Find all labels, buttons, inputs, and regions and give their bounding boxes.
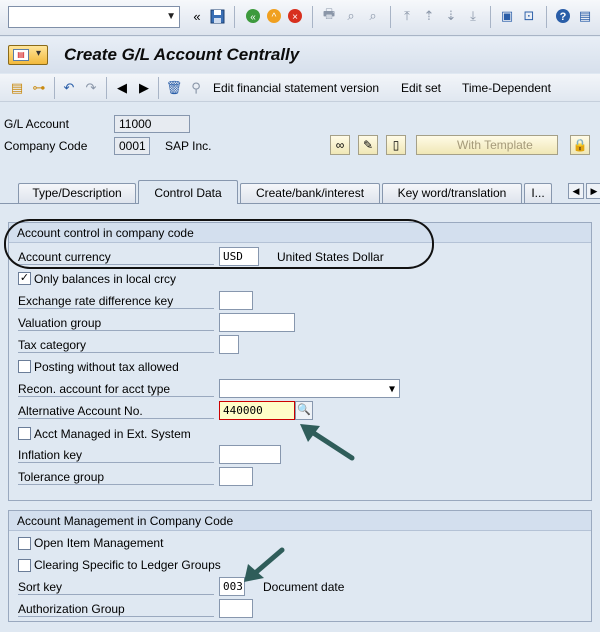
title-bar: ▤ ▾ Create G/L Account Centrally <box>0 37 600 73</box>
first-page-icon[interactable]: ⤒ <box>398 7 416 25</box>
application-toolbar: ▤ ⊶ ↶ ↷ ◀ ▶ 🗑 ⚲ Edit financial statement… <box>0 74 600 102</box>
chevron-down-icon[interactable]: ▼ <box>389 381 395 398</box>
gl-account-field[interactable]: 11000 <box>114 115 190 133</box>
gl-account-label: G/L Account <box>4 117 69 131</box>
auth-group-input[interactable] <box>219 599 253 618</box>
hierarchy-icon[interactable]: ⊶ <box>30 79 48 97</box>
group-title: Account Management in Company Code <box>9 511 591 531</box>
tab-keyword-translation[interactable]: Key word/translation <box>382 183 522 204</box>
save-icon[interactable] <box>208 7 226 25</box>
search-help-icon[interactable]: 🔍 <box>295 401 313 420</box>
open-item-label: Open Item Management <box>34 536 164 550</box>
recon-account-select[interactable]: ▼ <box>219 379 400 398</box>
delete-icon[interactable]: 🗑 <box>165 79 183 97</box>
menu-icon: ▤ <box>13 49 29 61</box>
lock-icon[interactable]: 🔒 <box>570 135 590 155</box>
system-toolbar: ▼ « « ^ × 🖶 ⌕ ⌕ ⤒ ⇡ ⇣ ⤓ ▣ ⊡ ? ▤ <box>0 0 600 36</box>
with-template-button[interactable]: With Template <box>416 135 558 155</box>
exchange-rate-label: Exchange rate difference key <box>18 294 214 309</box>
time-dependent-button[interactable]: Time-Dependent <box>462 81 551 95</box>
edit-set-button[interactable]: Edit set <box>401 81 441 95</box>
company-code-label: Company Code <box>4 139 88 153</box>
next-page-icon[interactable]: ⇣ <box>442 7 460 25</box>
tab-control-data[interactable]: Control Data <box>138 180 238 204</box>
acct-managed-checkbox[interactable] <box>18 427 31 440</box>
back-icon[interactable]: « <box>244 7 262 25</box>
only-balances-label: Only balances in local crcy <box>34 272 177 286</box>
edit-fs-version-button[interactable]: Edit financial statement version <box>213 81 379 95</box>
tolerance-group-input[interactable] <box>219 467 253 486</box>
previous-icon[interactable]: ◀ <box>113 79 131 97</box>
tab-create-bank-interest[interactable]: Create/bank/interest <box>240 183 380 204</box>
valuation-group-label: Valuation group <box>18 316 214 331</box>
tab-strip: Type/Description Control Data Create/ban… <box>0 180 600 204</box>
company-code-field[interactable]: 0001 <box>114 137 150 155</box>
chevron-down-icon[interactable]: ▼ <box>166 11 176 22</box>
tax-category-label: Tax category <box>18 338 214 353</box>
alt-account-label: Alternative Account No. <box>18 404 214 419</box>
clearing-specific-checkbox[interactable] <box>18 559 31 572</box>
acct-managed-label: Acct Managed in Ext. System <box>34 427 191 441</box>
tab-type-description[interactable]: Type/Description <box>18 183 136 204</box>
next-icon[interactable]: ▶ <box>135 79 153 97</box>
double-left-icon[interactable]: « <box>188 7 206 25</box>
redo-icon[interactable]: ↷ <box>82 79 100 97</box>
tolerance-group-label: Tolerance group <box>18 470 214 485</box>
inflation-key-label: Inflation key <box>18 448 214 463</box>
find-icon[interactable]: ⌕ <box>342 7 360 25</box>
menu-button[interactable]: ▤ ▾ <box>8 45 48 65</box>
svg-text:«: « <box>250 12 256 23</box>
tab-scroll-left-icon[interactable]: ◀ <box>568 183 584 199</box>
find-next-icon[interactable]: ⌕ <box>364 7 382 25</box>
posting-without-tax-label: Posting without tax allowed <box>34 360 179 374</box>
annotation-ellipse <box>4 219 434 269</box>
print-icon[interactable]: 🖶 <box>320 6 338 25</box>
prev-page-icon[interactable]: ⇡ <box>420 7 438 25</box>
recon-account-label: Recon. account for acct type <box>18 382 214 397</box>
posting-without-tax-checkbox[interactable] <box>18 360 31 373</box>
glasses-icon[interactable]: ∞ <box>330 135 350 155</box>
svg-text:?: ? <box>560 11 567 23</box>
tax-category-input[interactable] <box>219 335 239 354</box>
chevron-down-icon: ▾ <box>36 48 42 59</box>
inflation-key-input[interactable] <box>219 445 281 464</box>
svg-text:×: × <box>292 12 298 23</box>
tab-scroll-right-icon[interactable]: ▶ <box>586 183 600 199</box>
annotation-arrow <box>300 424 355 461</box>
display-change-icon[interactable]: ▤ <box>8 79 26 97</box>
cancel-icon[interactable]: × <box>286 7 304 25</box>
shortcut-icon[interactable]: ⊡ <box>520 7 538 25</box>
only-balances-checkbox[interactable]: ✓ <box>18 272 31 285</box>
new-session-icon[interactable]: ▣ <box>498 7 516 25</box>
alt-account-input[interactable]: 440000 <box>219 401 295 420</box>
valuation-group-input[interactable] <box>219 313 295 332</box>
new-document-icon[interactable]: ▯ <box>386 135 406 155</box>
clearing-specific-label: Clearing Specific to Ledger Groups <box>34 558 221 572</box>
where-used-icon[interactable]: ⚲ <box>187 79 205 97</box>
sort-key-label: Sort key <box>18 580 214 595</box>
tab-more[interactable]: I... <box>524 183 552 204</box>
svg-text:^: ^ <box>272 12 277 23</box>
exit-icon[interactable]: ^ <box>265 7 283 25</box>
last-page-icon[interactable]: ⤓ <box>464 7 482 25</box>
open-item-checkbox[interactable] <box>18 537 31 550</box>
command-field[interactable]: ▼ <box>8 6 180 28</box>
customize-layout-icon[interactable]: ▤ <box>576 7 594 25</box>
company-name: SAP Inc. <box>165 139 212 153</box>
exchange-rate-input[interactable] <box>219 291 253 310</box>
undo-icon[interactable]: ↶ <box>60 79 78 97</box>
pencil-icon[interactable]: ✎ <box>358 135 378 155</box>
help-icon[interactable]: ? <box>554 7 572 25</box>
page-title: Create G/L Account Centrally <box>64 45 300 64</box>
annotation-arrow <box>244 547 285 582</box>
auth-group-label: Authorization Group <box>18 602 214 617</box>
